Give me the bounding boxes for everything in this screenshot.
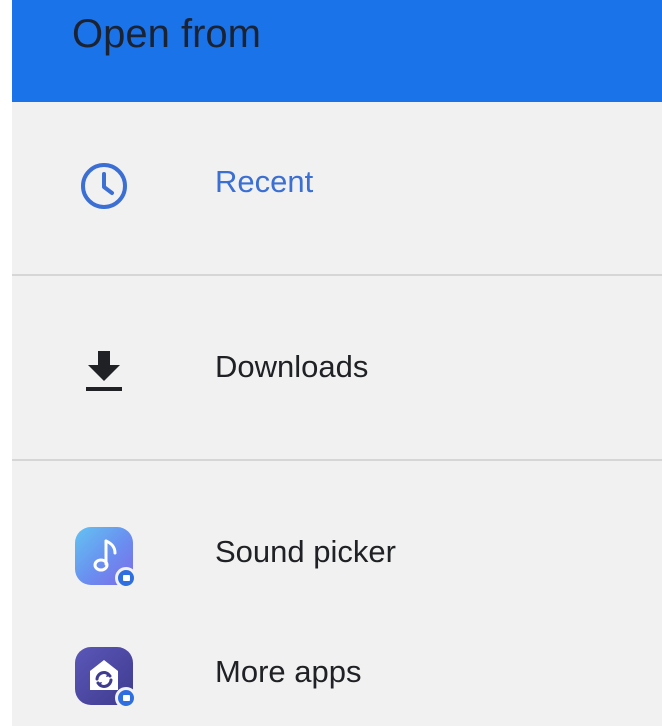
open-from-drawer: Open from Recent Downloads Sound picker … (12, 0, 662, 726)
divider (12, 274, 662, 276)
root-item-downloads[interactable]: Downloads (12, 325, 662, 417)
clock-icon (74, 156, 134, 216)
drawer-title: Open from (72, 12, 261, 56)
sound-picker-app-icon (74, 526, 137, 589)
root-item-label: Downloads (215, 349, 369, 384)
download-icon (74, 341, 134, 401)
root-item-more-apps[interactable]: More apps (12, 630, 662, 722)
root-item-label: Recent (215, 164, 314, 199)
drawer-header: Open from (12, 0, 662, 102)
root-item-label: More apps (215, 654, 362, 689)
more-apps-app-icon (74, 646, 137, 709)
root-item-recent[interactable]: Recent (12, 140, 662, 232)
root-item-sound-picker[interactable]: Sound picker (12, 510, 662, 602)
lock-badge-icon (115, 567, 137, 589)
lock-badge-icon (115, 687, 137, 709)
divider (12, 459, 662, 461)
root-item-label: Sound picker (215, 534, 396, 569)
